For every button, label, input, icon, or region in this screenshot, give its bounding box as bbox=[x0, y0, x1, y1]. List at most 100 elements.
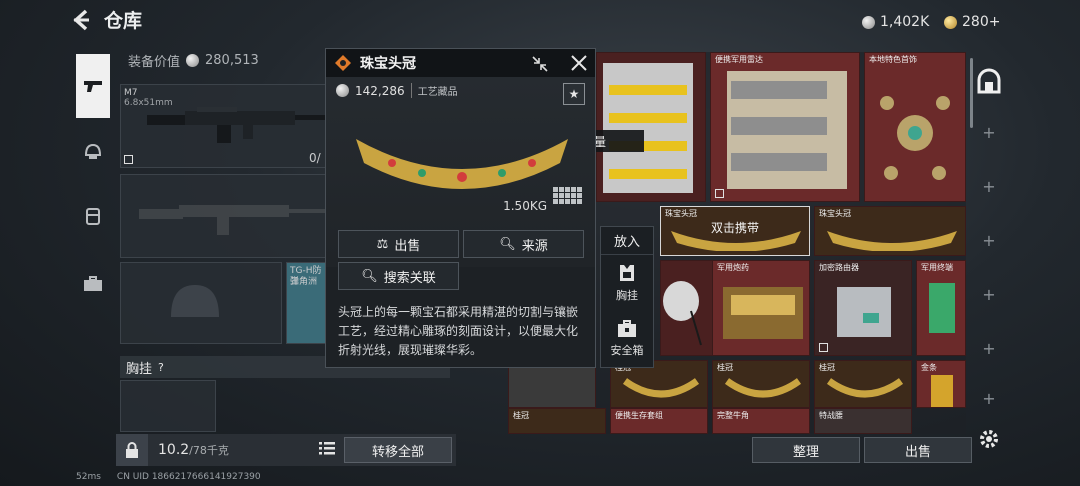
armor-sub: 三角洲 bbox=[290, 277, 318, 287]
gold-amount: 280+ bbox=[962, 14, 1001, 30]
put-in-safe-button[interactable]: 安全箱 bbox=[601, 311, 653, 367]
item-label: 军用终端 bbox=[921, 263, 953, 272]
weapon-slot-secondary[interactable] bbox=[120, 174, 330, 258]
storage-item-crown-selected[interactable]: 珠宝头冠 双击携带 bbox=[660, 206, 810, 256]
vest-icon bbox=[86, 208, 100, 225]
helmet-silhouette-icon bbox=[171, 285, 219, 317]
item-size-grid-icon bbox=[553, 187, 582, 204]
safe-label: 安全箱 bbox=[610, 344, 644, 357]
double-click-carry-hint: 双击携带 bbox=[710, 221, 759, 235]
collapse-icon[interactable] bbox=[531, 55, 549, 73]
item-detail-popup: 珠宝头冠 142,286 工艺藏品 ★ 1.50KG ⚖ 出售 🔍︎ 来源 🔍︎ 搜索… bbox=[325, 48, 596, 368]
gear-icon[interactable] bbox=[978, 428, 1000, 450]
item-label: 珠宝头冠 bbox=[665, 209, 697, 218]
capacity-max: /78千克 bbox=[189, 444, 229, 457]
tab-vest[interactable] bbox=[76, 196, 110, 236]
storage-item-router[interactable]: 加密路由器 bbox=[814, 260, 912, 356]
status-footer: 52ms CN UID 1866217666141927390 bbox=[76, 472, 261, 482]
safe-box-icon bbox=[618, 320, 636, 337]
item-rarity-icon bbox=[335, 55, 351, 71]
plus-icon: + bbox=[982, 339, 996, 358]
storage-item-laurel-4[interactable]: 桂冠 bbox=[508, 408, 606, 434]
close-icon[interactable] bbox=[570, 54, 588, 72]
put-in-chest-button[interactable]: 胸挂 bbox=[601, 255, 653, 311]
silver-currency: 1,402K bbox=[862, 12, 929, 32]
storage-item-gold-bar[interactable]: 金条 bbox=[916, 360, 966, 408]
helmet-icon bbox=[84, 143, 102, 159]
sell-icon: ⚖ bbox=[376, 236, 389, 252]
gold-currency[interactable]: 280+ bbox=[944, 12, 1000, 32]
item-label: 便携军用雷达 bbox=[715, 55, 763, 64]
lock-button[interactable] bbox=[116, 434, 148, 466]
transfer-all-button[interactable]: 转移全部 bbox=[344, 437, 452, 463]
tab-backpack[interactable] bbox=[76, 264, 110, 304]
storage-item-tactical[interactable]: 特战腰 bbox=[814, 408, 912, 434]
back-button[interactable] bbox=[70, 8, 100, 34]
sell-button[interactable]: 出售 bbox=[864, 437, 972, 463]
tab-helmet[interactable] bbox=[76, 132, 110, 172]
source-button[interactable]: 🔍︎ 来源 bbox=[463, 230, 584, 258]
help-icon[interactable]: ? bbox=[158, 361, 164, 374]
lock-status-icon bbox=[819, 343, 828, 352]
chest-rig-label: 胸挂 bbox=[126, 361, 153, 377]
storage-item-laurel-2[interactable]: 桂冠 bbox=[712, 360, 810, 408]
popup-header: 珠宝头冠 bbox=[326, 49, 595, 77]
page-title: 仓库 bbox=[104, 10, 143, 32]
chest-label: 胸挂 bbox=[616, 289, 638, 302]
silver-coin-icon bbox=[336, 84, 349, 97]
list-view-button[interactable] bbox=[318, 439, 338, 461]
search-related-button[interactable]: 🔍︎ 搜索关联 bbox=[338, 262, 459, 290]
storage-item-horn[interactable]: 完整牛角 bbox=[712, 408, 810, 434]
sort-button[interactable]: 整理 bbox=[752, 437, 860, 463]
storage-item-laurel-3[interactable]: 桂冠 bbox=[814, 360, 912, 408]
search-icon: 🔍︎ bbox=[361, 268, 378, 284]
storage-item-crown[interactable]: 珠宝头冠 bbox=[814, 206, 966, 256]
necklace-icon bbox=[880, 96, 950, 180]
terminal-icon bbox=[929, 283, 955, 333]
pistol-icon bbox=[84, 81, 102, 92]
put-in-title: 放入 bbox=[601, 227, 653, 255]
item-label: 金条 bbox=[921, 363, 937, 372]
bunker-icon[interactable] bbox=[976, 68, 1002, 94]
storage-item-radar[interactable]: 便携军用雷达 bbox=[710, 52, 860, 202]
storage-item-jewelry[interactable]: 本地特色首饰 bbox=[864, 52, 966, 202]
add-storage-button[interactable]: + bbox=[980, 340, 998, 358]
add-storage-button[interactable]: + bbox=[980, 286, 998, 304]
lock-status-icon bbox=[715, 189, 724, 198]
weapon-slot-primary[interactable]: M7 6.8x51mm 0/ bbox=[120, 84, 330, 168]
favorite-button[interactable]: ★ bbox=[563, 83, 585, 105]
add-storage-button[interactable]: + bbox=[980, 124, 998, 142]
add-storage-button[interactable]: + bbox=[980, 232, 998, 250]
gold-coin-icon bbox=[944, 15, 957, 29]
lock-icon bbox=[126, 442, 138, 458]
laurel-crown-icon bbox=[724, 378, 802, 398]
silver-amount: 1,402K bbox=[880, 14, 930, 30]
capacity-current: 10.2 bbox=[158, 442, 190, 458]
item-category: 工艺藏品 bbox=[410, 83, 458, 98]
capacity-text: 10.2/78千克 bbox=[158, 442, 229, 458]
sell-item-button[interactable]: ⚖ 出售 bbox=[338, 230, 459, 258]
laurel-crown-icon bbox=[622, 378, 700, 398]
item-label: 桂冠 bbox=[717, 363, 733, 372]
search-icon: 🔍︎ bbox=[499, 236, 516, 252]
jewel-crown-icon bbox=[356, 139, 568, 189]
laurel-crown-icon bbox=[826, 378, 904, 398]
storage-item-battery[interactable] bbox=[596, 52, 706, 202]
star-icon: ★ bbox=[568, 87, 580, 101]
item-label: 桂冠 bbox=[819, 363, 835, 372]
add-storage-button[interactable]: + bbox=[980, 390, 998, 408]
storage-item-survival-kit[interactable]: 便携生存套组 bbox=[610, 408, 708, 434]
add-storage-button[interactable]: + bbox=[980, 178, 998, 196]
storage-item-explosive[interactable]: 军用炮药 bbox=[712, 260, 810, 356]
storage-scrollbar[interactable] bbox=[970, 58, 973, 128]
rifle-silhouette-icon bbox=[139, 205, 325, 235]
helmet-slot[interactable] bbox=[120, 262, 282, 344]
chest-rig-slot[interactable] bbox=[120, 380, 216, 432]
armor-slot[interactable]: TG-H防弹 三角洲 bbox=[286, 262, 326, 344]
tab-weapons[interactable] bbox=[76, 54, 110, 118]
item-label: 加密路由器 bbox=[819, 263, 859, 272]
storage-item-terminal[interactable]: 军用终端 bbox=[916, 260, 966, 356]
lock-status-icon bbox=[124, 155, 133, 164]
rifle-icon bbox=[147, 107, 327, 143]
equipment-value-amount: 280,513 bbox=[205, 52, 259, 68]
